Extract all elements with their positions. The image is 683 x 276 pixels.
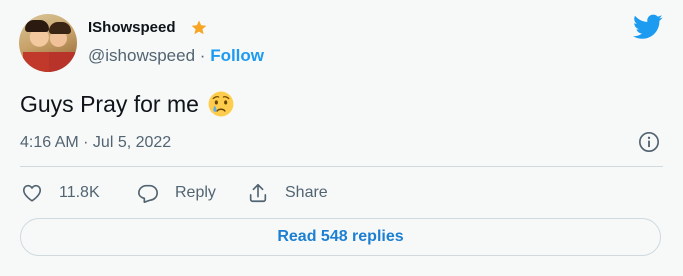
avatar-detail bbox=[49, 52, 75, 72]
heart-icon bbox=[22, 184, 42, 202]
reply-button[interactable]: Reply bbox=[137, 180, 216, 206]
follow-button[interactable]: Follow bbox=[210, 46, 264, 65]
avatar[interactable] bbox=[19, 14, 77, 72]
share-label: Share bbox=[285, 184, 328, 201]
separator: · bbox=[199, 46, 206, 65]
reply-icon bbox=[138, 184, 158, 203]
tweet-text: Guys Pray for me bbox=[20, 91, 199, 117]
timestamp[interactable]: 4:16 AM · Jul 5, 2022 bbox=[20, 133, 171, 153]
info-icon[interactable] bbox=[638, 131, 660, 153]
star-icon bbox=[191, 20, 207, 35]
user-handle[interactable]: @ishowspeed bbox=[88, 46, 195, 65]
share-button[interactable]: Share bbox=[247, 180, 328, 206]
avatar-detail bbox=[25, 20, 49, 32]
read-replies-button[interactable]: Read 548 replies bbox=[20, 218, 661, 256]
like-count: 11.8K bbox=[59, 184, 100, 201]
reply-label: Reply bbox=[175, 184, 216, 201]
crying-face-icon bbox=[208, 91, 234, 117]
like-button[interactable]: 11.8K bbox=[21, 180, 100, 206]
tweet-card: IShowspeed @ishowspeed · Follow Guys Pra… bbox=[0, 0, 683, 276]
handle-row: @ishowspeed · Follow bbox=[88, 45, 264, 67]
avatar-detail bbox=[49, 22, 71, 34]
tweet-text-row: Guys Pray for me bbox=[20, 88, 235, 120]
divider bbox=[20, 166, 663, 167]
display-name[interactable]: IShowspeed bbox=[88, 18, 176, 38]
twitter-bird-icon[interactable] bbox=[633, 14, 663, 40]
avatar-detail bbox=[23, 52, 49, 72]
share-icon bbox=[249, 183, 267, 203]
